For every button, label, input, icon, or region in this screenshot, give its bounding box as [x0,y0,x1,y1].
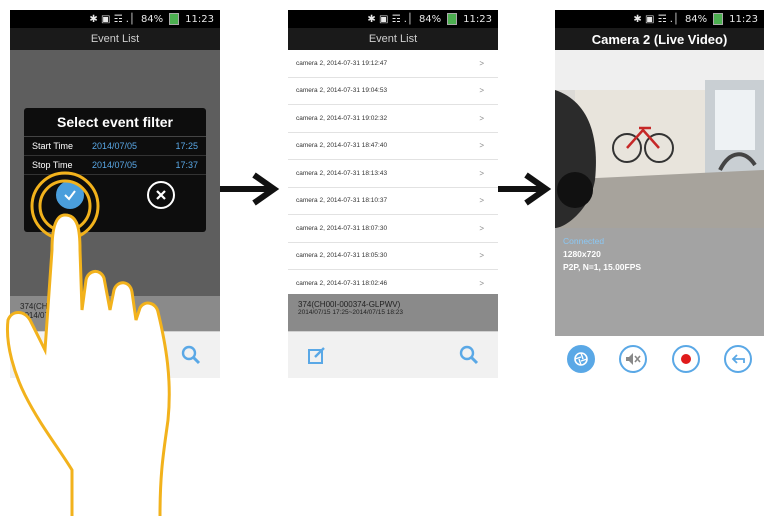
status-bar: ✱ ▣ ☶ .│ 84% 11:23 [288,10,498,28]
status-bar: ✱ ▣ ☶ .│ 84% 11:23 [555,10,764,28]
bottom-toolbar [288,331,498,378]
start-time-label: Start Time [32,141,74,151]
stop-time-value[interactable]: 17:37 [162,160,198,170]
chevron-right-icon: > [479,113,484,123]
mute-icon [626,353,641,365]
chevron-right-icon: > [479,168,484,178]
event-label: camera 2, 2014-07-31 18:13:43 [296,169,388,177]
edit-icon[interactable] [306,344,328,366]
hand-pointer-icon [5,171,171,516]
snapshot-button[interactable] [567,345,596,373]
record-button[interactable] [671,345,700,373]
page-title: Event List [10,28,220,50]
device-info: 374(CH00I-000374-GLPWV) 2014/07/15 17:25… [288,294,498,332]
back-button[interactable] [723,345,752,373]
event-label: camera 2, 2014-07-31 18:05:30 [296,252,388,260]
event-label: camera 2, 2014-07-31 19:12:47 [296,59,388,67]
arrow-right-icon [220,172,280,206]
shutter-icon [574,352,588,366]
live-video-view[interactable] [555,50,764,228]
status-bar: ✱ ▣ ☶ .│ 84% 11:23 [10,10,220,28]
phone-screen-live-video: ✱ ▣ ☶ .│ 84% 11:23 Camera 2 (Live Video)… [555,10,764,382]
connection-status: Connected [563,236,605,246]
chevron-right-icon: > [479,251,484,261]
stop-time-label: Stop Time [32,160,73,170]
signal-text: 84% [684,13,708,25]
phone-screen-event-list: ✱ ▣ ☶ .│ 84% 11:23 Event List camera 2, … [288,10,498,378]
event-label: camera 2, 2014-07-31 19:04:53 [296,87,388,95]
chevron-right-icon: > [479,278,484,288]
video-frame [555,50,764,228]
battery-icon [169,13,180,25]
arrow-right-icon [498,172,552,206]
list-item[interactable]: camera 2, 2014-07-31 18:13:43 > [288,160,498,188]
device-name: 374(CH00I-000374-GLPWV) [298,300,401,309]
chevron-right-icon: > [479,86,484,96]
battery-icon [447,13,458,25]
page-title: Camera 2 (Live Video) [555,28,764,50]
list-item[interactable]: camera 2, 2014-07-31 18:10:37 > [288,188,498,215]
event-label: camera 2, 2014-07-31 19:02:32 [296,114,388,122]
event-label: camera 2, 2014-07-31 18:02:46 [296,279,388,287]
chevron-right-icon: > [479,58,484,68]
status-time: 11:23 [185,13,214,25]
device-range: 2014/07/15 17:25~2014/07/15 18:23 [298,309,404,316]
battery-icon [713,13,724,25]
stream-info-text: P2P, N=1, 15.00FPS [563,262,642,272]
dialog-title: Select event filter [24,108,206,137]
search-icon[interactable] [458,344,480,366]
status-icons: ✱ ▣ ☶ .│ [633,13,679,25]
list-item[interactable]: camera 2, 2014-07-31 19:12:47 > [288,50,498,78]
stop-date-value[interactable]: 2014/07/05 [92,160,162,170]
status-icons: ✱ ▣ ☶ .│ [89,13,135,25]
start-date-value[interactable]: 2014/07/05 [92,141,162,151]
event-label: camera 2, 2014-07-31 18:47:40 [296,142,388,150]
list-item[interactable]: camera 2, 2014-07-31 18:07:30 > [288,215,498,243]
connection-info: Connected 1280x720 P2P, N=1, 15.00FPS [555,228,764,336]
event-label: camera 2, 2014-07-31 18:10:37 [296,197,388,205]
signal-text: 84% [140,13,164,25]
event-list: camera 2, 2014-07-31 19:12:47 > camera 2,… [288,50,498,298]
status-icons: ✱ ▣ ☶ .│ [367,13,413,25]
start-time-row[interactable]: Start Time 2014/07/05 17:25 [24,137,206,156]
chevron-right-icon: > [479,223,484,233]
record-icon [680,354,691,364]
status-time: 11:23 [729,13,758,25]
event-label: camera 2, 2014-07-31 18:07:30 [296,224,388,232]
status-time: 11:23 [463,13,492,25]
page-title: Event List [288,28,498,50]
list-item[interactable]: camera 2, 2014-07-31 18:47:40 > [288,133,498,160]
chevron-right-icon: > [479,141,484,151]
start-time-value[interactable]: 17:25 [162,141,198,151]
signal-text: 84% [418,13,442,25]
list-item[interactable]: camera 2, 2014-07-31 19:04:53 > [288,78,498,105]
back-icon [731,354,745,364]
resolution-text: 1280x720 [563,249,601,259]
list-item[interactable]: camera 2, 2014-07-31 19:02:32 > [288,105,498,133]
mute-button[interactable] [619,345,648,373]
list-item[interactable]: camera 2, 2014-07-31 18:05:30 > [288,243,498,270]
video-controls [555,336,764,382]
chevron-right-icon: > [479,196,484,206]
